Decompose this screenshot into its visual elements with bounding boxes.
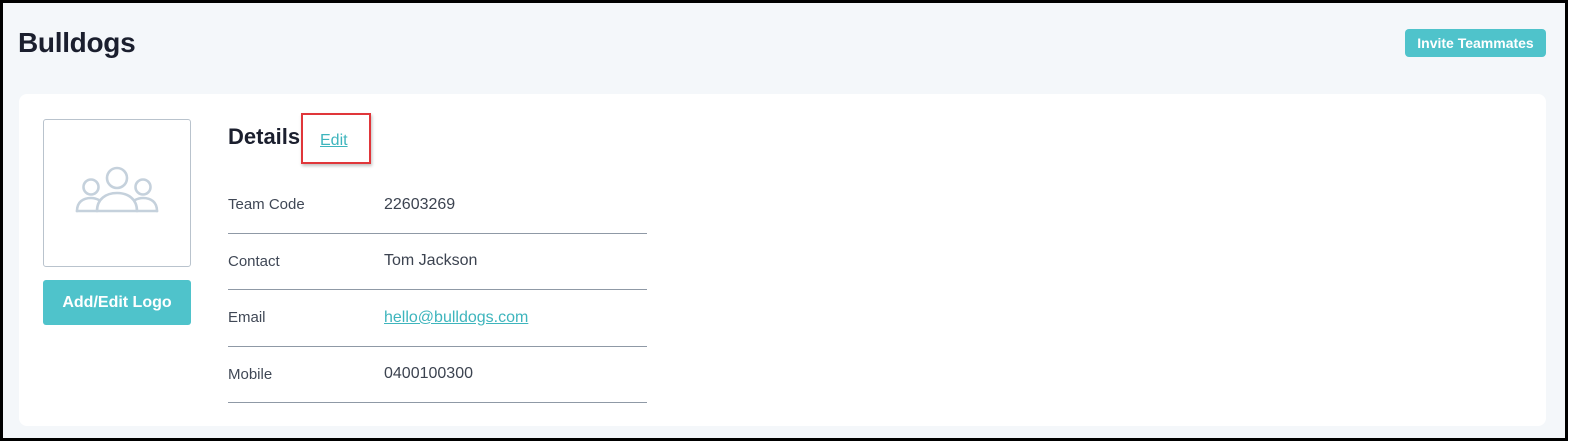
detail-row-contact: Contact Tom Jackson xyxy=(228,234,647,290)
details-table: Team Code 22603269 Contact Tom Jackson E… xyxy=(228,177,647,403)
detail-label: Email xyxy=(228,309,266,327)
detail-row-email: Email hello@bulldogs.com xyxy=(228,290,647,347)
edit-details-link[interactable]: Edit xyxy=(320,132,348,150)
detail-value: 0400100300 xyxy=(384,365,473,383)
detail-value: 22603269 xyxy=(384,195,456,213)
page-frame: Bulldogs Invite Teammates Add/Edit Logo … xyxy=(0,0,1568,441)
detail-row-team-code: Team Code 22603269 xyxy=(228,177,647,234)
team-details-card: Add/Edit Logo Details Edit Team Code 226… xyxy=(19,94,1546,426)
detail-value: Tom Jackson xyxy=(384,252,478,270)
add-edit-logo-button[interactable]: Add/Edit Logo xyxy=(43,280,191,325)
detail-row-mobile: Mobile 0400100300 xyxy=(228,347,647,403)
email-link[interactable]: hello@bulldogs.com xyxy=(384,309,528,327)
team-group-icon xyxy=(73,165,161,222)
detail-label: Contact xyxy=(228,252,280,270)
detail-label: Team Code xyxy=(228,196,305,214)
logo-placeholder xyxy=(43,119,191,267)
details-heading: Details xyxy=(228,124,301,149)
invite-teammates-button[interactable]: Invite Teammates xyxy=(1405,29,1546,57)
page-title: Bulldogs xyxy=(18,27,136,58)
detail-label: Mobile xyxy=(228,365,273,383)
